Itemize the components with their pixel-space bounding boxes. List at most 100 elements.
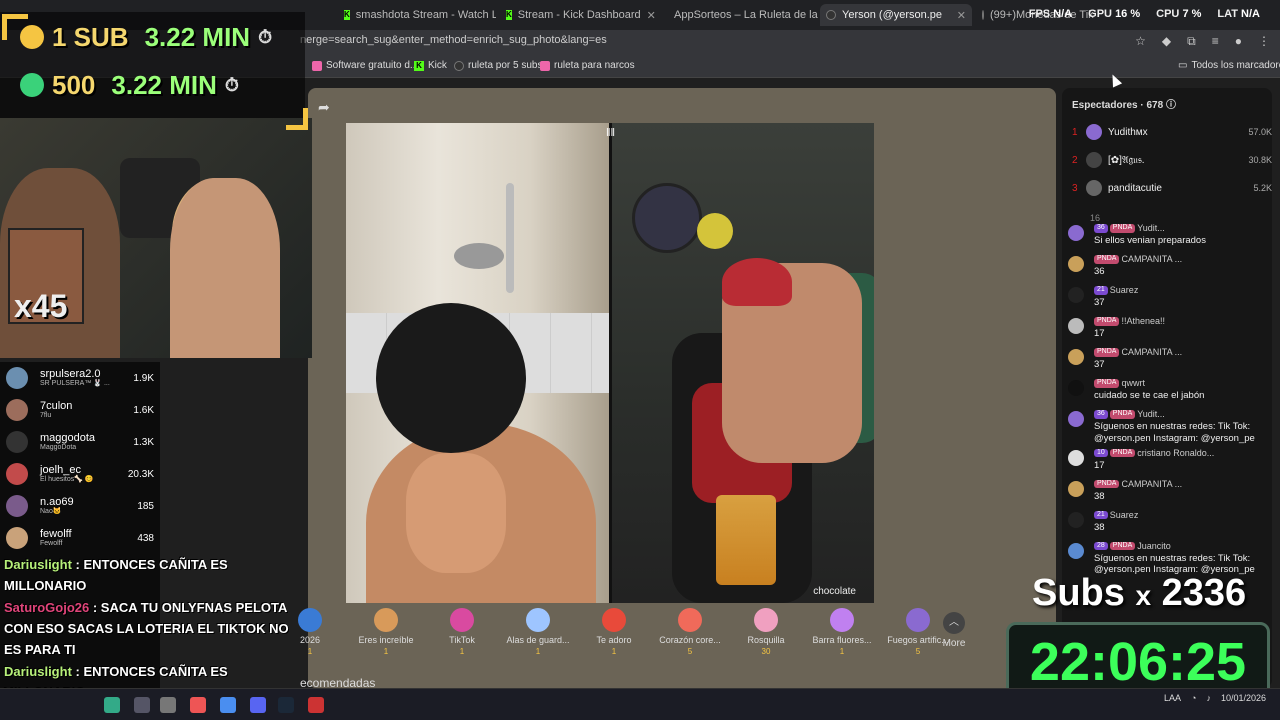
bookmark-kick[interactable]: K Kick (414, 60, 447, 71)
chat-badge: PNDA (1094, 317, 1120, 326)
chat-username[interactable]: Suarez (1110, 510, 1139, 520)
puzzle-icon[interactable]: ⧉ (1187, 34, 1196, 49)
gift-item[interactable]: Corazón core... 5 (652, 604, 728, 662)
top-viewer-rank: 3 (1072, 182, 1078, 194)
top-viewer-row[interactable]: 3 panditacutie 5.2K (1072, 174, 1272, 202)
gift-item[interactable]: TikTok 1 (424, 604, 500, 662)
gift-item[interactable]: Alas de guard... 1 (500, 604, 576, 662)
menu-icon[interactable]: ≡ (1212, 34, 1219, 49)
avatar[interactable] (1068, 480, 1084, 497)
clock-date[interactable]: 10/01/2026 (1221, 693, 1266, 703)
avatar[interactable] (1068, 287, 1084, 303)
volume-icon[interactable]: ♪ (1206, 693, 1211, 703)
info-icon[interactable]: ⓘ (1166, 100, 1176, 111)
avatar[interactable] (1068, 380, 1084, 396)
chat-message-body: PNDA CAMPANITA ... 38 (1094, 479, 1266, 507)
gift-icon (754, 608, 778, 632)
avatar[interactable] (1068, 349, 1084, 365)
sub-rate-time: 3.22 MIN (144, 21, 251, 52)
chat-message-body: 36 PNDA Yudit... Si ellos venian preparados (1094, 223, 1266, 251)
guest-label: chocolate (813, 586, 856, 597)
wifi-icon[interactable]: ◔ (1191, 693, 1196, 703)
avatar[interactable] (1068, 256, 1084, 272)
chat-username[interactable]: !!Athenea!! (1121, 316, 1165, 326)
live-video[interactable]: chocolate ǁǁ (346, 123, 874, 603)
close-icon[interactable]: ✕ (957, 9, 966, 22)
gift-item[interactable]: Rosquilla 30 (728, 604, 804, 662)
chat-message-body: 36 PNDA Yudit... Síguenos en nuestras redes… (1094, 409, 1266, 445)
overlay-corner (286, 108, 308, 130)
tab-appsorteos[interactable]: AppSorteos – La Ruleta de la S✕ (662, 4, 820, 26)
chat-username[interactable]: CAMPANITA ... (1121, 347, 1182, 357)
avatar[interactable] (1068, 411, 1084, 427)
avatar[interactable] (1068, 511, 1084, 528)
star-icon[interactable]: ☆ (1135, 34, 1146, 49)
brave-icon[interactable] (190, 697, 206, 713)
gpu-stat: GPU 16 % (1088, 8, 1140, 20)
gift-cost: 1 (383, 647, 389, 656)
chat-message: 36 PNDA Yudit... Si ellos venian preparados (1068, 223, 1266, 251)
chat-username[interactable]: Suarez (1110, 285, 1139, 295)
avatar[interactable] (1068, 225, 1084, 241)
chat-message: 21 Suarez 38 (1068, 510, 1266, 538)
gift-name: Eres increíble (358, 635, 414, 645)
gifter-name: 7culon 7flu (40, 400, 127, 420)
close-icon[interactable]: ✕ (647, 9, 656, 22)
bookmark-software[interactable]: Software gratuito d... (312, 60, 418, 71)
steam-icon[interactable] (278, 697, 294, 713)
bookmark-ruleta-narcos[interactable]: ruleta para narcos (540, 60, 635, 71)
language-indicator[interactable]: LAA (1164, 693, 1181, 703)
chat-username[interactable]: Yudit... (1137, 223, 1165, 233)
extension-icon[interactable]: ◆ (1162, 34, 1171, 49)
tab-yerson-tiktok[interactable]: Yerson (@yerson.pe ✕ (820, 4, 972, 26)
tab-smashdota[interactable]: Ksmashdota Stream - Watch Liv✕ (338, 4, 496, 26)
chat-text: 38 (1094, 490, 1105, 502)
gift-icon (602, 608, 626, 632)
more-vert-icon[interactable]: ⋮ (1258, 34, 1270, 49)
avatar[interactable] (1068, 449, 1084, 466)
top-viewer-row[interactable]: 2 [✿]𝔄𝔤𝔲𝔰. 30.8K (1072, 146, 1272, 174)
share-icon[interactable]: ➦ (318, 99, 330, 116)
chat-username[interactable]: cristiano Ronaldo... (1137, 448, 1214, 458)
media-icon[interactable] (308, 697, 324, 713)
shower-pipe (506, 183, 514, 293)
play-icon[interactable] (104, 697, 120, 713)
avatar[interactable] (1068, 318, 1084, 334)
profile-icon[interactable]: ● (1235, 34, 1242, 49)
windows-taskbar: LAA ◔ ♪ 10/01/2026 (0, 688, 1280, 720)
viewers-title: Espectadores · 678 ⓘ (1072, 96, 1176, 111)
tab-kick-dashboard[interactable]: K Stream - Kick Dashboard ✕ (500, 4, 658, 26)
gift-name: Barra fluores... (812, 635, 872, 645)
chrome-icon[interactable] (220, 697, 236, 713)
gift-item[interactable]: Barra fluores... 1 (804, 604, 880, 662)
chat-username[interactable]: CAMPANITA ... (1121, 254, 1182, 264)
chat-username[interactable]: Yudit... (1137, 409, 1165, 419)
chat-username[interactable]: CAMPANITA ... (1121, 479, 1182, 489)
fan (632, 183, 702, 253)
chat-text: 17 (1094, 459, 1105, 471)
chat-badge: 36 (1094, 224, 1108, 233)
gifter-username: joelh_ec (40, 463, 81, 476)
bookmark-all[interactable]: ▭ Todos los marcadores (1178, 60, 1280, 71)
chat-username[interactable]: Juancito (1137, 541, 1171, 551)
chat-username[interactable]: qwwrt (1121, 378, 1145, 388)
gifter-value: 438 (137, 532, 154, 544)
avatar (6, 399, 28, 421)
more-gifts-button[interactable]: ︿ More (934, 612, 974, 649)
app-icon[interactable] (160, 697, 176, 713)
tab-label: smashdota Stream - Watch Liv (355, 9, 496, 21)
top-viewer-row[interactable]: 1 Yudithмх 57.0K (1072, 118, 1272, 146)
url-text[interactable]: nerge=search_sug&enter_method=enrich_sug… (300, 34, 607, 46)
discord-icon[interactable] (250, 697, 266, 713)
chat-text: cuidado se te cae el jabón (1094, 389, 1205, 401)
gift-item[interactable]: Te adoro 1 (576, 604, 652, 662)
bookmark-ruleta-subs[interactable]: ruleta por 5 subs (454, 60, 543, 71)
avatar[interactable] (1068, 542, 1084, 559)
gift-icon (450, 608, 474, 632)
stream-chat-user: SaturoGojo26 (4, 600, 90, 616)
multiplier-text: x45 (14, 288, 68, 324)
obs-icon[interactable] (134, 697, 150, 713)
wall-sign (697, 213, 733, 249)
gift-item[interactable]: Eres increíble 1 (348, 604, 424, 662)
bookmark-icon (312, 60, 322, 71)
